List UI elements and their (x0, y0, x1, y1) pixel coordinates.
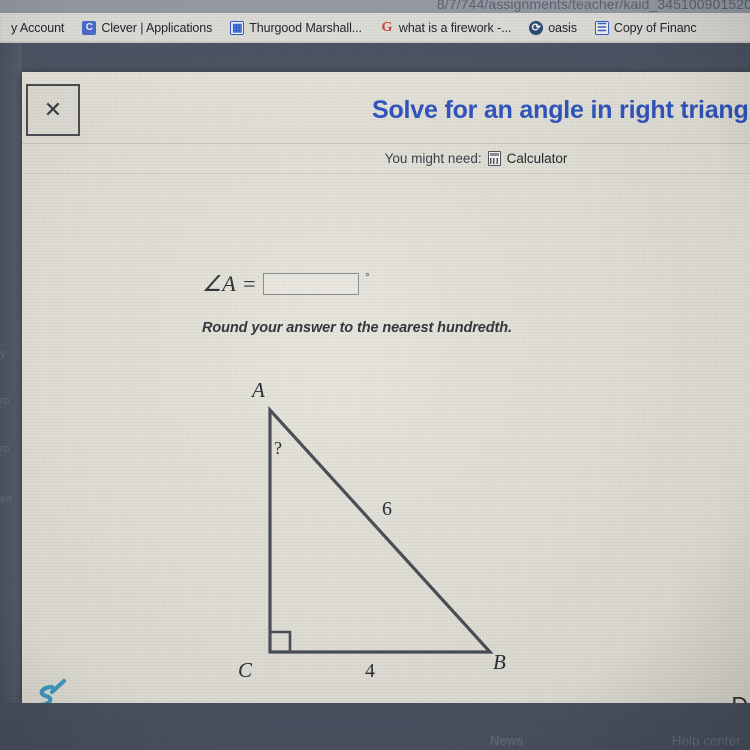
exercise-header: ✕ Solve for an angle in right triangle (22, 72, 750, 144)
answer-input[interactable] (263, 273, 360, 295)
bookmark-label: what is a firework -... (398, 21, 512, 35)
footer-link-help-center[interactable]: Help center (672, 733, 741, 748)
clever-icon: C (82, 21, 97, 35)
instruction-text: Round your answer to the nearest hundred… (202, 320, 512, 336)
document-icon: ☰ (594, 21, 609, 35)
side-length-base: 4 (365, 660, 375, 682)
bookmark-item-account[interactable]: y Account (2, 21, 73, 35)
problem-body: ∠A = ° Round your answer to the nearest … (22, 175, 750, 712)
footer-link-news[interactable]: News (490, 733, 523, 748)
unknown-angle-marker: ? (274, 438, 282, 458)
google-icon: G (381, 20, 393, 35)
bookmark-label: Thurgood Marshall... (249, 21, 362, 35)
spreadsheet-icon: ▦ (230, 21, 245, 35)
side-length-hypotenuse: 6 (382, 498, 392, 520)
triangle-figure: A B C ? 6 4 (202, 360, 532, 690)
url-text: 8/7/744/assignments/teacher/kaid_3451009… (436, 0, 750, 12)
right-angle-marker (270, 630, 292, 652)
bookmark-label: Clever | Applications (101, 21, 213, 35)
bookmarks-bar[interactable]: y Account C Clever | Applications ▦ Thur… (0, 13, 750, 43)
calculator-icon (487, 151, 501, 166)
triangle-svg (268, 405, 494, 654)
screen-photo: y ro ro ea 8/7/744/assignments/teacher/k… (0, 0, 750, 750)
equation-label: ∠A = (202, 271, 258, 296)
exercise-card: ✕ Solve for an angle in right triangle Y… (22, 72, 750, 712)
bookmark-item-copy-of-financ[interactable]: ☰ Copy of Financ (586, 21, 706, 35)
you-might-need-label: You might need: (384, 151, 482, 166)
vertex-label-a: A (252, 378, 265, 402)
bookmark-item-clever[interactable]: C Clever | Applications (73, 21, 221, 35)
bookmark-item-thurgood-marshall[interactable]: ▦ Thurgood Marshall... (221, 21, 371, 35)
bookmark-label: y Account (11, 21, 65, 35)
oasis-icon: ⟳ (529, 21, 544, 35)
rail-fragment: y (0, 348, 6, 360)
rail-fragment: ro (0, 395, 10, 407)
address-bar[interactable]: 8/7/744/assignments/teacher/kaid_3451009… (0, 0, 750, 13)
page-footer: News Help center (0, 703, 750, 750)
vertex-label-b: B (493, 650, 506, 674)
page-title: Solve for an angle in right triangle (372, 96, 750, 124)
answer-row: ∠A = ° (202, 271, 370, 297)
degree-symbol: ° (365, 272, 370, 284)
rail-fragment: ea (0, 493, 13, 505)
left-sidebar-rail: y ro ro ea (0, 43, 22, 703)
calculator-link[interactable]: Calculator (507, 151, 568, 166)
triangle-outline (268, 405, 494, 654)
bookmark-item-firework-search[interactable]: G what is a firework -... (371, 20, 520, 36)
bookmark-label: Copy of Financ (613, 21, 697, 35)
you-might-need-row: You might need: Calculator (22, 144, 750, 174)
close-button[interactable]: ✕ (26, 84, 80, 136)
vertex-label-c: C (238, 658, 253, 682)
bookmark-label: oasis (548, 21, 577, 35)
rail-fragment: ro (0, 443, 10, 455)
bookmark-item-oasis[interactable]: ⟳ oasis (520, 21, 586, 35)
